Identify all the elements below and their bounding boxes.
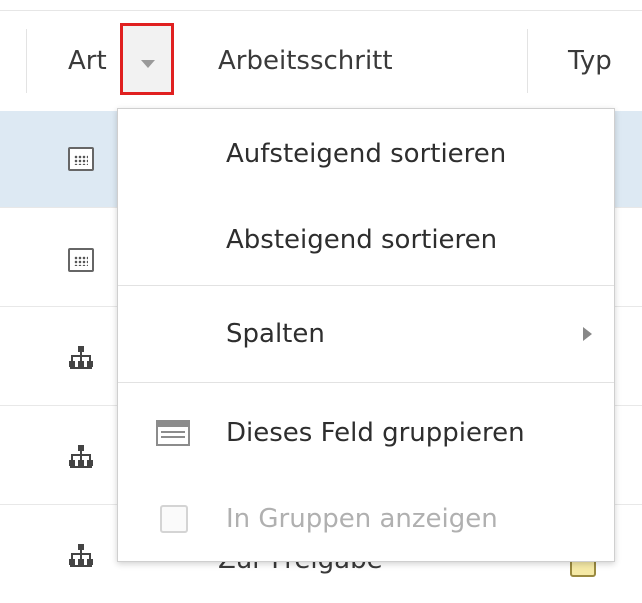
menu-item-label: Spalten xyxy=(226,319,325,349)
menu-item-show-in-groups: In Gruppen anzeigen xyxy=(118,476,614,562)
workflow-icon xyxy=(68,444,94,468)
column-header-typ[interactable]: Typ xyxy=(568,11,612,111)
menu-item-label: Absteigend sortieren xyxy=(226,225,498,255)
menu-item-group-by-field[interactable]: Dieses Feld gruppieren xyxy=(118,390,614,476)
chevron-right-icon xyxy=(583,327,592,341)
group-icon xyxy=(156,420,190,446)
menu-item-sort-descending[interactable]: Absteigend sortieren xyxy=(118,197,614,283)
calendar-icon xyxy=(68,248,94,272)
menu-item-label: In Gruppen anzeigen xyxy=(226,504,498,534)
calendar-icon xyxy=(68,147,94,171)
menu-item-label: Aufsteigend sortieren xyxy=(226,139,507,169)
checkbox xyxy=(160,505,188,533)
menu-item-label: Dieses Feld gruppieren xyxy=(226,418,525,448)
menu-divider xyxy=(118,382,614,383)
menu-item-sort-ascending[interactable]: Aufsteigend sortieren xyxy=(118,111,614,197)
menu-item-columns[interactable]: Spalten xyxy=(118,291,614,377)
workflow-icon xyxy=(68,345,94,369)
column-header-arbeitsschritt[interactable]: Arbeitsschritt xyxy=(218,11,393,111)
column-menu-trigger[interactable] xyxy=(120,23,174,95)
column-header-art[interactable]: Art xyxy=(68,11,107,111)
workflow-icon xyxy=(68,543,94,567)
chevron-down-icon xyxy=(141,60,155,68)
grid-header: Art Arbeitsschritt Typ xyxy=(0,10,642,112)
header-separator xyxy=(527,29,528,93)
menu-divider xyxy=(118,285,614,286)
column-context-menu: Aufsteigend sortieren Absteigend sortier… xyxy=(117,108,615,562)
header-separator xyxy=(26,29,27,93)
